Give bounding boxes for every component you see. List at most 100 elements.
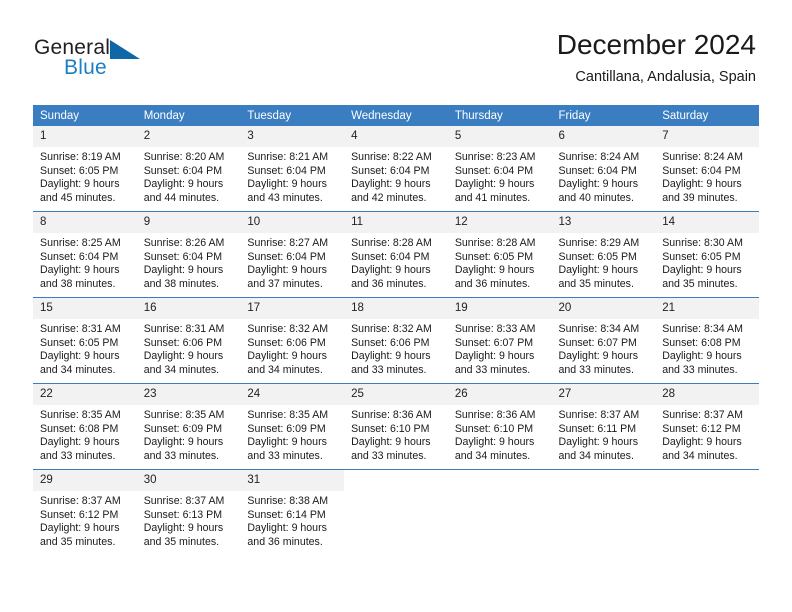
sunrise-text: Sunrise: 8:35 AM bbox=[247, 409, 329, 421]
day-cell[interactable]: 3 Sunrise: 8:21 AM Sunset: 6:04 PM Dayli… bbox=[240, 126, 345, 212]
day-cell[interactable]: 28 Sunrise: 8:37 AM Sunset: 6:12 PM Dayl… bbox=[655, 383, 759, 470]
day-cell[interactable]: 17 Sunrise: 8:32 AM Sunset: 6:06 PM Dayl… bbox=[240, 297, 345, 384]
calendar-body: 1 Sunrise: 8:19 AM Sunset: 6:05 PM Dayli… bbox=[33, 126, 759, 555]
sunrise-text: Sunrise: 8:31 AM bbox=[40, 323, 121, 335]
sunrise-text: Sunrise: 8:34 AM bbox=[662, 323, 743, 335]
sunrise-text: Sunrise: 8:34 AM bbox=[558, 323, 640, 335]
weekday-header-friday: Friday bbox=[551, 105, 656, 126]
daylight-text-line1: Daylight: 9 hours bbox=[558, 436, 639, 449]
day-number bbox=[344, 470, 448, 491]
day-cell[interactable]: 21 Sunrise: 8:34 AM Sunset: 6:08 PM Dayl… bbox=[655, 297, 759, 384]
sunset-text: Sunset: 6:13 PM bbox=[143, 508, 223, 521]
day-cell[interactable]: 1 Sunrise: 8:19 AM Sunset: 6:05 PM Dayli… bbox=[33, 126, 137, 212]
day-cell[interactable]: 13 Sunrise: 8:29 AM Sunset: 6:05 PM Dayl… bbox=[551, 211, 656, 298]
day-details: Sunrise: 8:34 AM Sunset: 6:08 PM Dayligh… bbox=[655, 319, 759, 377]
day-details: Sunrise: 8:36 AM Sunset: 6:10 PM Dayligh… bbox=[448, 405, 552, 463]
daylight-text-line1: Daylight: 9 hours bbox=[662, 350, 742, 363]
day-cell[interactable]: 8 Sunrise: 8:25 AM Sunset: 6:04 PM Dayli… bbox=[33, 211, 137, 298]
day-details: Sunrise: 8:20 AM Sunset: 6:04 PM Dayligh… bbox=[137, 147, 241, 205]
day-cell[interactable]: 23 Sunrise: 8:35 AM Sunset: 6:09 PM Dayl… bbox=[136, 383, 241, 470]
weekday-header-saturday: Saturday bbox=[655, 105, 759, 126]
day-cell-empty bbox=[344, 469, 448, 555]
day-cell[interactable]: 7 Sunrise: 8:24 AM Sunset: 6:04 PM Dayli… bbox=[655, 126, 759, 212]
day-cell[interactable]: 26 Sunrise: 8:36 AM Sunset: 6:10 PM Dayl… bbox=[447, 383, 552, 470]
daylight-text-line2: and 35 minutes. bbox=[143, 535, 220, 548]
day-cell[interactable]: 10 Sunrise: 8:27 AM Sunset: 6:04 PM Dayl… bbox=[240, 211, 345, 298]
sunset-text: Sunset: 6:04 PM bbox=[558, 164, 637, 177]
calendar-week-row: 29 Sunrise: 8:37 AM Sunset: 6:12 PM Dayl… bbox=[33, 469, 759, 555]
calendar-week-row: 1 Sunrise: 8:19 AM Sunset: 6:05 PM Dayli… bbox=[33, 126, 759, 212]
daylight-text-line2: and 33 minutes. bbox=[247, 449, 323, 462]
sunrise-text: Sunrise: 8:22 AM bbox=[351, 151, 432, 163]
day-cell[interactable]: 2 Sunrise: 8:20 AM Sunset: 6:04 PM Dayli… bbox=[136, 126, 241, 212]
day-number: 3 bbox=[240, 126, 345, 147]
day-cell[interactable]: 5 Sunrise: 8:23 AM Sunset: 6:04 PM Dayli… bbox=[447, 126, 552, 212]
day-cell[interactable]: 6 Sunrise: 8:24 AM Sunset: 6:04 PM Dayli… bbox=[551, 126, 656, 212]
day-cell[interactable]: 4 Sunrise: 8:22 AM Sunset: 6:04 PM Dayli… bbox=[344, 126, 448, 212]
title-block: December 2024 Cantillana, Andalusia, Spa… bbox=[557, 28, 756, 87]
day-details: Sunrise: 8:31 AM Sunset: 6:05 PM Dayligh… bbox=[33, 319, 137, 377]
day-details: Sunrise: 8:38 AM Sunset: 6:14 PM Dayligh… bbox=[240, 491, 344, 549]
sunset-text: Sunset: 6:04 PM bbox=[351, 164, 430, 177]
day-number: 15 bbox=[33, 298, 137, 319]
day-details: Sunrise: 8:24 AM Sunset: 6:04 PM Dayligh… bbox=[655, 147, 759, 205]
day-details: Sunrise: 8:36 AM Sunset: 6:10 PM Dayligh… bbox=[344, 405, 448, 463]
sunset-text: Sunset: 6:10 PM bbox=[454, 422, 534, 435]
calendar-week-row: 22 Sunrise: 8:35 AM Sunset: 6:08 PM Dayl… bbox=[33, 383, 759, 470]
daylight-text-line2: and 33 minutes. bbox=[454, 363, 531, 376]
day-cell[interactable]: 24 Sunrise: 8:35 AM Sunset: 6:09 PM Dayl… bbox=[240, 383, 345, 470]
sunrise-text: Sunrise: 8:30 AM bbox=[662, 237, 743, 249]
daylight-text-line1: Daylight: 9 hours bbox=[247, 264, 327, 277]
day-number: 2 bbox=[136, 126, 241, 147]
day-cell[interactable]: 15 Sunrise: 8:31 AM Sunset: 6:05 PM Dayl… bbox=[33, 297, 137, 384]
day-number: 21 bbox=[655, 298, 759, 319]
sunrise-text: Sunrise: 8:25 AM bbox=[40, 237, 121, 249]
day-cell[interactable]: 14 Sunrise: 8:30 AM Sunset: 6:05 PM Dayl… bbox=[655, 211, 759, 298]
day-cell[interactable]: 16 Sunrise: 8:31 AM Sunset: 6:06 PM Dayl… bbox=[136, 297, 241, 384]
daylight-text-line2: and 35 minutes. bbox=[558, 277, 634, 290]
daylight-text-line2: and 40 minutes. bbox=[558, 191, 634, 204]
weekday-header-sunday: Sunday bbox=[33, 105, 137, 126]
day-cell[interactable]: 31 Sunrise: 8:38 AM Sunset: 6:14 PM Dayl… bbox=[240, 469, 345, 555]
day-cell[interactable]: 22 Sunrise: 8:35 AM Sunset: 6:08 PM Dayl… bbox=[33, 383, 137, 470]
sunset-text: Sunset: 6:04 PM bbox=[247, 164, 326, 177]
day-cell[interactable]: 30 Sunrise: 8:37 AM Sunset: 6:13 PM Dayl… bbox=[136, 469, 241, 555]
sunset-text: Sunset: 6:05 PM bbox=[662, 250, 741, 263]
day-cell[interactable]: 25 Sunrise: 8:36 AM Sunset: 6:10 PM Dayl… bbox=[344, 383, 448, 470]
day-number: 29 bbox=[33, 470, 137, 491]
sunset-text: Sunset: 6:10 PM bbox=[351, 422, 430, 435]
sunrise-text: Sunrise: 8:37 AM bbox=[143, 495, 225, 507]
daylight-text-line2: and 36 minutes. bbox=[454, 277, 531, 290]
day-number: 24 bbox=[240, 384, 345, 405]
sunset-text: Sunset: 6:05 PM bbox=[40, 164, 119, 177]
daylight-text-line1: Daylight: 9 hours bbox=[558, 264, 639, 277]
day-number: 19 bbox=[447, 298, 552, 319]
daylight-text-line1: Daylight: 9 hours bbox=[454, 436, 535, 449]
day-number: 17 bbox=[240, 298, 345, 319]
sunrise-text: Sunrise: 8:32 AM bbox=[247, 323, 329, 335]
day-details: Sunrise: 8:32 AM Sunset: 6:06 PM Dayligh… bbox=[240, 319, 344, 377]
day-cell[interactable]: 18 Sunrise: 8:32 AM Sunset: 6:06 PM Dayl… bbox=[344, 297, 448, 384]
day-number: 25 bbox=[344, 384, 448, 405]
day-cell[interactable]: 20 Sunrise: 8:34 AM Sunset: 6:07 PM Dayl… bbox=[551, 297, 656, 384]
sunrise-text: Sunrise: 8:29 AM bbox=[558, 237, 640, 249]
day-number: 6 bbox=[551, 126, 656, 147]
daylight-text-line1: Daylight: 9 hours bbox=[351, 436, 431, 449]
day-cell[interactable]: 27 Sunrise: 8:37 AM Sunset: 6:11 PM Dayl… bbox=[551, 383, 656, 470]
day-number bbox=[655, 470, 759, 491]
day-details: Sunrise: 8:33 AM Sunset: 6:07 PM Dayligh… bbox=[448, 319, 552, 377]
sunset-text: Sunset: 6:12 PM bbox=[40, 508, 119, 521]
day-cell[interactable]: 19 Sunrise: 8:33 AM Sunset: 6:07 PM Dayl… bbox=[447, 297, 552, 384]
sunrise-text: Sunrise: 8:37 AM bbox=[558, 409, 640, 421]
day-number: 28 bbox=[655, 384, 759, 405]
day-cell[interactable]: 11 Sunrise: 8:28 AM Sunset: 6:04 PM Dayl… bbox=[344, 211, 448, 298]
day-cell[interactable]: 29 Sunrise: 8:37 AM Sunset: 6:12 PM Dayl… bbox=[33, 469, 137, 555]
day-cell[interactable]: 12 Sunrise: 8:28 AM Sunset: 6:05 PM Dayl… bbox=[447, 211, 552, 298]
sunrise-text: Sunrise: 8:20 AM bbox=[143, 151, 225, 163]
general-blue-logo[interactable]: General Blue bbox=[34, 36, 234, 88]
daylight-text-line2: and 34 minutes. bbox=[247, 363, 323, 376]
day-cell[interactable]: 9 Sunrise: 8:26 AM Sunset: 6:04 PM Dayli… bbox=[136, 211, 241, 298]
calendar-header-row: Sunday Monday Tuesday Wednesday Thursday… bbox=[33, 105, 759, 126]
calendar-week-row: 15 Sunrise: 8:31 AM Sunset: 6:05 PM Dayl… bbox=[33, 297, 759, 384]
daylight-text-line1: Daylight: 9 hours bbox=[40, 264, 120, 277]
